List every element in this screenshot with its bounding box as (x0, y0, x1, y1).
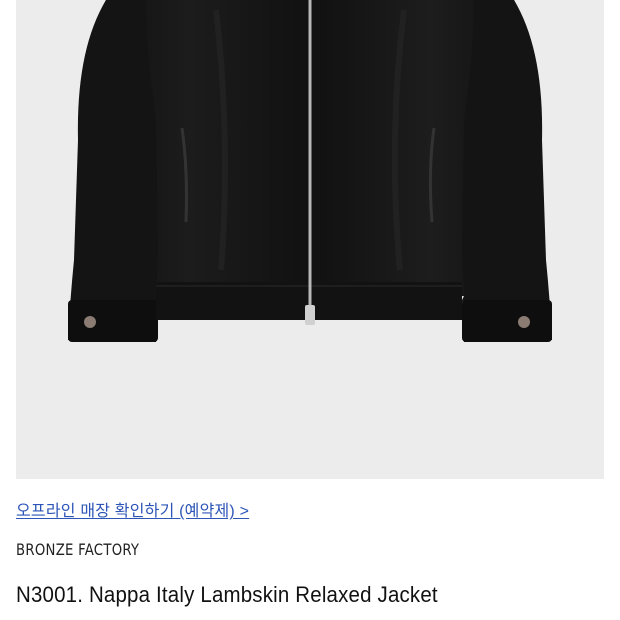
offline-store-link[interactable]: 오프라인 매장 확인하기 (예약제) > (16, 497, 249, 521)
product-image[interactable] (16, 0, 604, 479)
brand-name[interactable]: BRONZE FACTORY (16, 540, 139, 559)
snap-button-icon (518, 316, 530, 328)
jacket-illustration (68, 0, 552, 342)
product-title: N3001. Nappa Italy Lambskin Relaxed Jack… (16, 582, 438, 607)
snap-button-icon (84, 316, 96, 328)
